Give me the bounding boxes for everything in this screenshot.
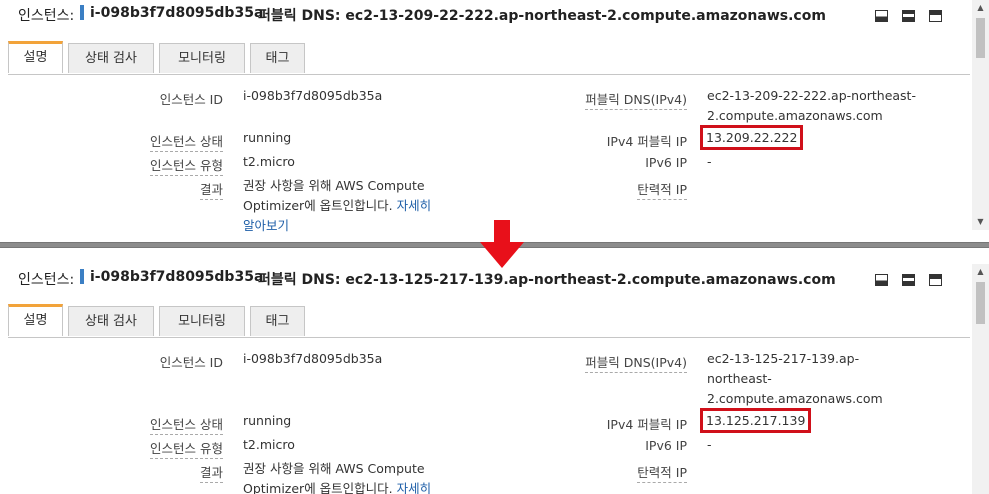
down-arrow-icon xyxy=(480,220,524,268)
public-dns-value: ec2-13-209-22-222.ap-northeast- 2.comput… xyxy=(707,86,937,126)
instance-header-label: 인스턴스: xyxy=(18,272,75,288)
public-dns-value: ec2-13-125-217-139.ap- northeast- 2.comp… xyxy=(707,349,937,409)
minimize-icon[interactable] xyxy=(874,274,888,286)
result-line: 권장 사항을 위해 AWS Compute xyxy=(243,178,425,193)
instance-header-dns: 퍼블릭 DNS: ec2-13-125-217-139.ap-northeast… xyxy=(258,272,836,288)
instance-header-label: 인스턴스: xyxy=(18,8,75,24)
instance-details-panel-after: 인스턴스: i-098b3f7d8095db35a 퍼블릭 DNS: ec2-1… xyxy=(0,248,989,494)
scrollbar[interactable]: ▲ xyxy=(972,264,989,494)
public-dns-line: 2.compute.amazonaws.com xyxy=(707,391,883,406)
scroll-up-icon[interactable]: ▲ xyxy=(972,264,989,280)
scroll-up-icon[interactable]: ▲ xyxy=(972,0,989,16)
public-dns-line: ec2-13-209-22-222.ap-northeast- xyxy=(707,88,916,103)
instance-id-label: 인스턴스 ID xyxy=(159,92,223,107)
public-dns-label[interactable]: 퍼블릭 DNS(IPv4) xyxy=(585,92,687,110)
ipv4-public-ip-value: 13.125.217.139 xyxy=(700,408,812,433)
tab-bar: 설명 상태 검사 모니터링 태그 xyxy=(8,40,970,75)
tab-monitoring[interactable]: 모니터링 xyxy=(159,306,245,336)
result-line: 권장 사항을 위해 AWS Compute xyxy=(243,461,425,476)
learn-more-link[interactable]: 자세히 xyxy=(397,198,432,213)
ipv4-public-ip-label: IPv4 퍼블릭 IP xyxy=(606,134,687,149)
instance-header-id: i-098b3f7d8095db35a xyxy=(90,269,264,285)
instance-id-value: i-098b3f7d8095db35a xyxy=(243,88,383,103)
instance-header-dns: 퍼블릭 DNS: ec2-13-209-22-222.ap-northeast-… xyxy=(258,8,826,24)
scrollbar[interactable]: ▲ ▼ xyxy=(972,0,989,230)
elastic-ip-label[interactable]: 탄력적 IP xyxy=(637,182,687,200)
ipv6-ip-value: - xyxy=(707,437,712,452)
instance-type-value: t2.micro xyxy=(243,154,295,169)
accent-bar xyxy=(80,269,84,284)
accent-bar xyxy=(80,5,84,20)
ipv4-public-ip-value: 13.209.22.222 xyxy=(700,125,804,150)
window-controls xyxy=(866,271,942,290)
window-controls xyxy=(866,7,942,26)
maximize-icon[interactable] xyxy=(929,274,942,286)
instance-header: 인스턴스: i-098b3f7d8095db35a 퍼블릭 DNS: ec2-1… xyxy=(0,264,970,292)
instance-type-value: t2.micro xyxy=(243,437,295,452)
instance-id-label: 인스턴스 ID xyxy=(159,355,223,370)
instance-id-value: i-098b3f7d8095db35a xyxy=(243,351,383,366)
learn-more-link-cont[interactable]: 알아보기 xyxy=(243,216,483,236)
result-line: Optimizer에 옵트인합니다. xyxy=(243,198,393,213)
learn-more-link[interactable]: 자세히 xyxy=(397,481,432,494)
restore-icon[interactable] xyxy=(901,274,915,286)
public-dns-line: northeast- xyxy=(707,371,772,386)
restore-icon[interactable] xyxy=(901,10,915,22)
result-text: 권장 사항을 위해 AWS Compute Optimizer에 옵트인합니다.… xyxy=(243,459,483,494)
tab-tags[interactable]: 태그 xyxy=(250,43,305,73)
ipv6-ip-label: IPv6 IP xyxy=(645,155,687,170)
instance-header: 인스턴스: i-098b3f7d8095db35a 퍼블릭 DNS: ec2-1… xyxy=(0,0,970,28)
instance-header-id: i-098b3f7d8095db35a xyxy=(90,5,264,21)
scroll-down-icon[interactable]: ▼ xyxy=(972,214,989,230)
instance-state-label[interactable]: 인스턴스 상태 xyxy=(150,417,223,435)
ipv6-ip-label: IPv6 IP xyxy=(645,438,687,453)
public-dns-label[interactable]: 퍼블릭 DNS(IPv4) xyxy=(585,355,687,373)
instance-state-label[interactable]: 인스턴스 상태 xyxy=(150,134,223,152)
tab-tags[interactable]: 태그 xyxy=(250,306,305,336)
tab-bar: 설명 상태 검사 모니터링 태그 xyxy=(8,303,970,338)
result-line: Optimizer에 옵트인합니다. xyxy=(243,481,393,494)
instance-details-panel-before: 인스턴스: i-098b3f7d8095db35a 퍼블릭 DNS: ec2-1… xyxy=(0,0,989,244)
result-text: 권장 사항을 위해 AWS Compute Optimizer에 옵트인합니다.… xyxy=(243,176,483,236)
instance-state-value: running xyxy=(243,413,292,428)
ipv6-ip-value: - xyxy=(707,154,712,169)
result-label[interactable]: 결과 xyxy=(199,182,223,200)
public-dns-line: 2.compute.amazonaws.com xyxy=(707,108,883,123)
public-dns-line: ec2-13-125-217-139.ap- xyxy=(707,351,860,366)
scroll-thumb[interactable] xyxy=(976,282,985,324)
tab-description[interactable]: 설명 xyxy=(8,304,63,336)
maximize-icon[interactable] xyxy=(929,10,942,22)
scroll-thumb[interactable] xyxy=(976,18,985,58)
result-label[interactable]: 결과 xyxy=(199,465,223,483)
elastic-ip-label[interactable]: 탄력적 IP xyxy=(637,465,687,483)
instance-type-label[interactable]: 인스턴스 유형 xyxy=(150,441,223,459)
tab-monitoring[interactable]: 모니터링 xyxy=(159,43,245,73)
ipv4-public-ip-label: IPv4 퍼블릭 IP xyxy=(606,417,687,432)
tab-status-checks[interactable]: 상태 검사 xyxy=(68,306,154,336)
tab-status-checks[interactable]: 상태 검사 xyxy=(68,43,154,73)
instance-type-label[interactable]: 인스턴스 유형 xyxy=(150,158,223,176)
tab-description[interactable]: 설명 xyxy=(8,41,63,73)
minimize-icon[interactable] xyxy=(874,10,888,22)
instance-state-value: running xyxy=(243,130,292,145)
